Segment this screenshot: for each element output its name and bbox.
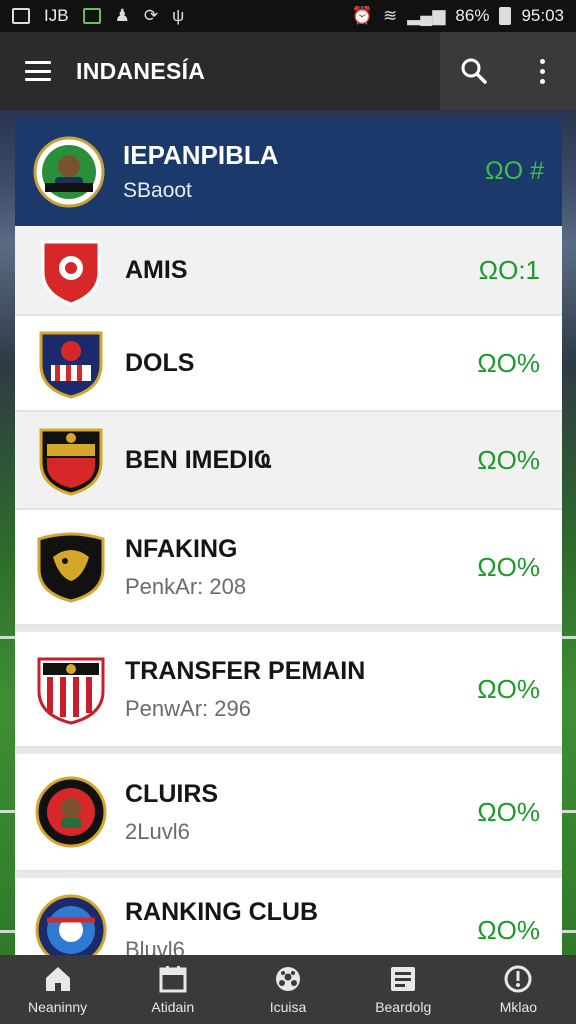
status-left-text: IJB: [44, 6, 69, 25]
item-name: BEN IMEDIҨ: [125, 445, 273, 474]
notification-icon: [12, 8, 30, 24]
featured-item[interactable]: IEPANPIBLA SBaoot ΩO #: [15, 117, 562, 226]
nav-label: Atidain: [151, 999, 195, 1015]
calendar-icon: [159, 966, 187, 993]
item-name: DOLS: [125, 348, 195, 377]
menu-button[interactable]: [0, 32, 76, 110]
home-icon: [45, 967, 70, 991]
app-notification-icon: [82, 8, 101, 24]
club-crest-icon: [37, 532, 105, 603]
more-options-button[interactable]: [520, 49, 564, 93]
search-button[interactable]: [452, 49, 496, 93]
item-value: ΩO%: [477, 347, 540, 378]
info-icon: [504, 965, 532, 993]
clock: 95:03: [521, 6, 564, 25]
featured-subtitle: SBaoot: [123, 179, 192, 202]
item-value: ΩO:1: [478, 254, 540, 285]
more-vert-icon: [539, 58, 545, 84]
nav-item-home[interactable]: Neaninny: [0, 955, 115, 1024]
list-item-dols[interactable]: DOLS ΩO%: [15, 316, 562, 412]
hamburger-icon: [25, 61, 51, 81]
club-crest-icon: [37, 657, 105, 725]
app-bar: INDANESÍA: [0, 32, 576, 110]
signal-icon: ▂▄▆: [407, 6, 446, 25]
club-crest-icon: [39, 331, 103, 399]
list-item-transfer-pemain[interactable]: TRANSFER PEMAIN PenwAr: 296 ΩO%: [15, 626, 562, 748]
alarm-icon: ⏰: [351, 6, 373, 25]
nav-label: Icuisa: [269, 999, 307, 1015]
sync-icon: ⟳: [143, 6, 159, 25]
nav-label: Mklao: [499, 999, 538, 1015]
item-subtitle: Bluvl6: [125, 936, 185, 956]
club-crest-icon: [41, 240, 101, 306]
item-name: CLUIRS: [125, 779, 219, 808]
nav-item-info[interactable]: Mklao: [461, 955, 576, 1024]
club-crest-icon: [35, 894, 107, 955]
item-value: ΩO%: [477, 673, 540, 704]
app-title: INDANESÍA: [76, 57, 206, 84]
club-crest-icon: [35, 776, 107, 848]
item-subtitle: 2Luvl6: [125, 818, 190, 844]
item-name: TRANSFER PEMAIN: [125, 656, 366, 685]
list-item-ranking-club[interactable]: RANKING CLUB Bluvl6 ΩO%: [15, 872, 562, 955]
ball-icon: [276, 967, 300, 991]
player-crest-icon: [33, 136, 105, 207]
item-value: ΩO%: [477, 551, 540, 582]
list-item-nfaking[interactable]: NFAKING PenkAr: 208 ΩO%: [15, 510, 562, 626]
nav-item-calendar[interactable]: Atidain: [115, 955, 230, 1024]
list-item-cluirs[interactable]: CLUIRS 2Luvl6 ΩO%: [15, 748, 562, 872]
battery-percent: 86%: [455, 6, 490, 25]
item-value: ΩO%: [477, 914, 540, 945]
person-icon: ♟: [114, 6, 130, 25]
featured-value: ΩO #: [485, 157, 544, 185]
item-value: ΩO%: [477, 444, 540, 475]
wifi-icon: ≋: [382, 6, 398, 25]
nav-item-news[interactable]: Beardolg: [346, 955, 461, 1024]
news-icon: [391, 967, 416, 991]
status-bar: IJB ♟ ⟳ ψ ⏰ ≋ ▂▄▆ 86% 95:03: [0, 0, 576, 32]
featured-name: IEPANPIBLA: [123, 140, 279, 170]
bottom-navigation: Neaninny Atidain Icuisa Beardolg Mklao: [0, 955, 576, 1024]
list-item-amis[interactable]: AMIS ΩO:1: [15, 226, 562, 316]
club-list-panel: IEPANPIBLA SBaoot ΩO # AMIS ΩO:1 DOLS ΩO…: [15, 117, 562, 955]
item-name: NFAKING: [125, 534, 238, 563]
item-subtitle: PenwAr: 296: [125, 695, 251, 721]
nav-item-ball[interactable]: Icuisa: [230, 955, 345, 1024]
search-icon: [461, 58, 487, 84]
list-item-ben-imedia[interactable]: BEN IMEDIҨ ΩO%: [15, 412, 562, 510]
club-crest-icon: [39, 428, 103, 496]
item-value: ΩO%: [477, 796, 540, 827]
nav-label: Beardolg: [375, 999, 432, 1015]
item-subtitle: PenkAr: 208: [125, 573, 247, 599]
item-name: RANKING CLUB: [125, 897, 319, 926]
app-bar-actions: [440, 32, 576, 110]
usb-icon: ψ: [172, 6, 185, 25]
battery-icon: [499, 7, 512, 25]
nav-label: Neaninny: [28, 999, 88, 1015]
item-name: AMIS: [125, 255, 188, 284]
